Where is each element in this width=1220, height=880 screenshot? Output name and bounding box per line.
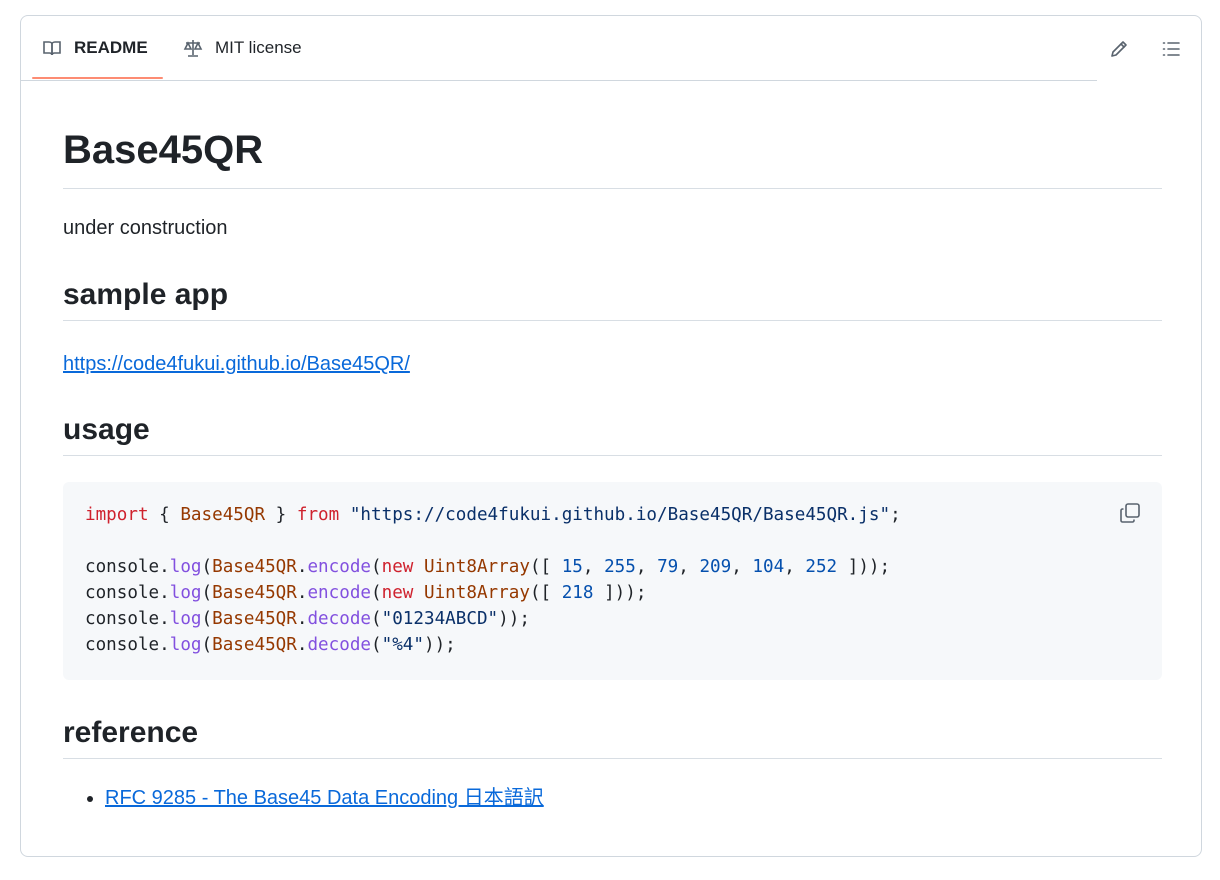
tab-bar: README MIT license	[21, 16, 1097, 81]
readme-panel: README MIT license Base45QR under constr…	[20, 15, 1202, 857]
reference-link-rfc9285[interactable]: RFC 9285 - The Base45 Data Encoding 日本語訳	[105, 787, 544, 809]
usage-heading: usage	[63, 411, 1162, 456]
reference-list: RFC 9285 - The Base45 Data Encoding 日本語訳	[63, 784, 544, 812]
sample-app-link[interactable]: https://code4fukui.github.io/Base45QR/	[63, 353, 410, 375]
copy-button[interactable]	[1117, 500, 1143, 526]
tab-readme[interactable]: README	[42, 16, 148, 80]
readme-title: Base45QR	[63, 126, 1162, 189]
code-line-4: console.log(Base45QR.decode("01234ABCD")…	[85, 609, 530, 629]
code-line-3: console.log(Base45QR.encode(new Uint8Arr…	[85, 583, 647, 603]
tab-license-label: MIT license	[215, 38, 302, 57]
code-line-2: console.log(Base45QR.encode(new Uint8Arr…	[85, 557, 891, 577]
tab-readme-label: README	[74, 38, 148, 57]
list-icon	[1162, 42, 1180, 56]
active-tab-indicator	[32, 77, 163, 79]
outline-button[interactable]	[1158, 36, 1184, 62]
tab-license[interactable]: MIT license	[183, 16, 302, 80]
code-block: import { Base45QR } from "https://code4f…	[63, 482, 1162, 680]
intro-text: under construction	[63, 217, 228, 239]
list-item: RFC 9285 - The Base45 Data Encoding 日本語訳	[105, 784, 544, 812]
sample-app-paragraph: https://code4fukui.github.io/Base45QR/	[63, 350, 410, 378]
scale-icon	[183, 40, 203, 57]
copy-icon	[1120, 503, 1140, 523]
code-text: import { Base45QR } from "https://code4f…	[85, 502, 901, 658]
reference-heading: reference	[63, 714, 1162, 759]
code-line-1: import { Base45QR } from "https://code4f…	[85, 505, 901, 525]
sample-app-heading: sample app	[63, 276, 1162, 321]
pencil-icon	[1111, 41, 1127, 57]
edit-button[interactable]	[1106, 36, 1132, 62]
code-line-5: console.log(Base45QR.decode("%4"));	[85, 635, 456, 655]
book-icon	[43, 41, 61, 56]
